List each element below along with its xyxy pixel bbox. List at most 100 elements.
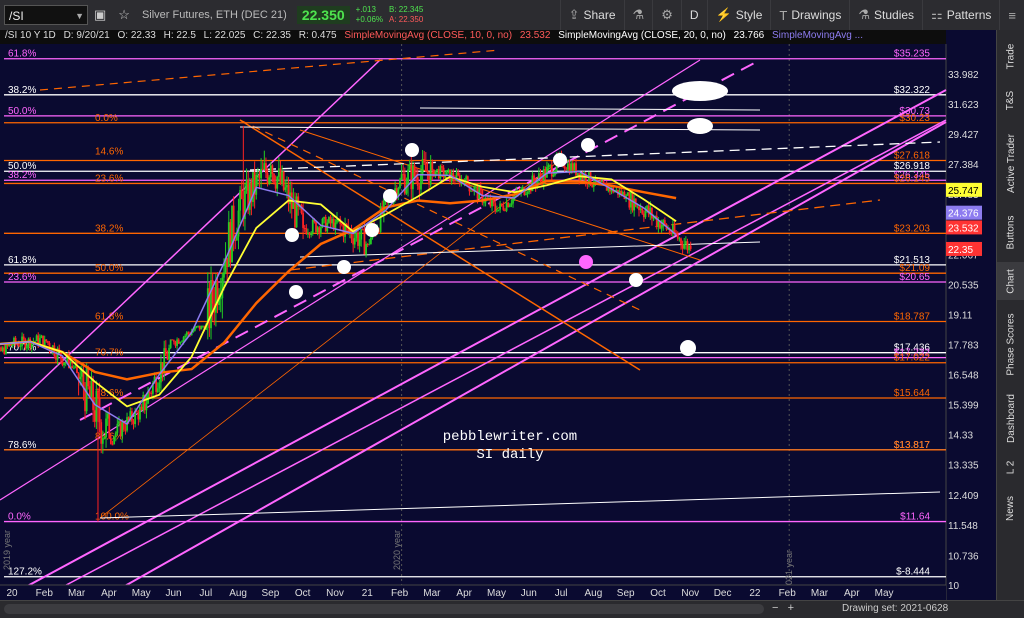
level-label: $18.787 bbox=[894, 312, 931, 323]
candle-body bbox=[320, 227, 322, 233]
sidebar-tab-active-trader[interactable]: Active Trader bbox=[997, 124, 1024, 202]
candle-body bbox=[565, 169, 567, 170]
style-button[interactable]: ⚡ Style bbox=[707, 0, 771, 30]
star-icon[interactable]: ☆ bbox=[112, 7, 136, 23]
candle-body bbox=[465, 176, 467, 181]
candle-body bbox=[146, 404, 148, 411]
sma-extra-label[interactable]: SimpleMovingAvg ... bbox=[772, 30, 863, 41]
candle-body bbox=[685, 241, 687, 244]
candle-body bbox=[352, 238, 354, 244]
candle-body bbox=[431, 162, 433, 170]
candle-body bbox=[233, 206, 235, 240]
candle-body bbox=[196, 326, 198, 327]
chart-canvas[interactable]: $35.235$32.322$30.73$30.23$27.618$26.918… bbox=[0, 30, 996, 600]
candle-body bbox=[202, 326, 204, 327]
drawings-button[interactable]: T Drawings bbox=[770, 0, 849, 30]
sidebar-tab-news[interactable]: News bbox=[997, 486, 1024, 530]
candle-body bbox=[312, 220, 314, 233]
candle-body bbox=[133, 421, 135, 424]
link-icon[interactable]: ▣ bbox=[88, 7, 112, 23]
candle-body bbox=[257, 175, 259, 176]
candle-body bbox=[425, 163, 427, 172]
sidebar-tab-t-s[interactable]: T&S bbox=[997, 80, 1024, 120]
channel-lower-line bbox=[100, 122, 946, 600]
candle-body bbox=[141, 407, 143, 410]
sidebar-tab-dashboard[interactable]: Dashboard bbox=[997, 388, 1024, 448]
price-tick-label: 19.11 bbox=[948, 310, 973, 321]
year-label: 2021 year bbox=[784, 550, 794, 590]
studies-icon: ⚗ bbox=[858, 7, 870, 23]
candle-body bbox=[226, 258, 228, 267]
candle-body bbox=[97, 391, 99, 398]
zoom-in-button[interactable]: + bbox=[788, 602, 794, 614]
candle-body bbox=[354, 238, 356, 245]
candle-body bbox=[105, 419, 107, 438]
menu-icon: ≡ bbox=[1008, 8, 1016, 23]
share-button[interactable]: ⇪ Share bbox=[560, 0, 624, 30]
info-open: O: 22.33 bbox=[118, 30, 156, 41]
candle-body bbox=[137, 412, 139, 419]
price-chart[interactable]: $35.235$32.322$30.73$30.23$27.618$26.918… bbox=[0, 30, 946, 600]
candle-body bbox=[183, 337, 185, 341]
candle-body bbox=[2, 348, 4, 352]
candle-body bbox=[125, 430, 127, 431]
candle-body bbox=[399, 179, 401, 187]
patterns-button[interactable]: ⚏ Patterns bbox=[922, 0, 999, 30]
fib-label: 0.0% bbox=[8, 512, 31, 523]
studies-button[interactable]: ⚗ Studies bbox=[849, 0, 922, 30]
candle-body bbox=[591, 185, 593, 187]
flask-button[interactable]: ⚗ bbox=[624, 0, 653, 30]
candle-body bbox=[41, 336, 43, 338]
candle-body bbox=[355, 234, 357, 238]
candle-body bbox=[281, 172, 283, 183]
candle-body bbox=[688, 246, 690, 251]
candle-body bbox=[439, 166, 441, 178]
candle-body bbox=[113, 437, 115, 444]
sma10-value: 23.532 bbox=[520, 30, 551, 41]
fib-label: 50.0% bbox=[95, 263, 123, 274]
candle-body bbox=[483, 202, 485, 203]
candle-body bbox=[370, 238, 372, 245]
zoom-out-button[interactable]: − bbox=[772, 602, 778, 614]
level-label: $32.322 bbox=[894, 85, 931, 96]
sidebar-tab-label: Active Trader bbox=[1006, 134, 1017, 193]
drawing-set-label[interactable]: Drawing set: 2021-0628 bbox=[842, 603, 948, 614]
year-label: 2020 year bbox=[392, 530, 402, 570]
symbol-selector[interactable]: /SI ▼ bbox=[4, 5, 88, 25]
time-tick-label: Apr bbox=[101, 588, 117, 599]
study-info-bar: /SI 10 Y 1D D: 9/20/21 O: 22.33 H: 22.5 … bbox=[0, 30, 946, 44]
candle-body bbox=[661, 225, 663, 229]
candle-body bbox=[407, 169, 409, 185]
trend-line bbox=[240, 127, 760, 130]
candle-body bbox=[283, 172, 285, 190]
fib-label: 50.0% bbox=[8, 106, 36, 117]
studies-label: Studies bbox=[874, 8, 914, 22]
time-tick-label: Oct bbox=[650, 588, 666, 599]
more-button[interactable]: ≡ bbox=[999, 0, 1024, 30]
percent-change: +0.06% bbox=[356, 15, 383, 25]
time-scrollbar[interactable] bbox=[4, 604, 764, 614]
aggregation-button[interactable]: D bbox=[681, 0, 707, 30]
candle-body bbox=[323, 217, 325, 219]
drawings-icon: T bbox=[779, 8, 787, 23]
settings-button[interactable]: ⚙ bbox=[652, 0, 681, 30]
sidebar-tab-l-2[interactable]: L 2 bbox=[997, 452, 1024, 482]
sidebar-tab-phase-scores[interactable]: Phase Scores bbox=[997, 304, 1024, 384]
candle-body bbox=[116, 424, 118, 433]
candle-body bbox=[246, 180, 248, 190]
candle-body bbox=[63, 363, 65, 365]
candle-body bbox=[364, 229, 366, 254]
sma20-value: 23.766 bbox=[734, 30, 765, 41]
sma20-label[interactable]: SimpleMovingAvg (CLOSE, 20, 0, no) bbox=[558, 30, 726, 41]
bid-price: B: 22.345 bbox=[389, 5, 423, 15]
time-tick-label: May bbox=[487, 588, 506, 599]
sma10-label[interactable]: SimpleMovingAvg (CLOSE, 10, 0, no) bbox=[344, 30, 512, 41]
candle-body bbox=[171, 339, 173, 340]
sidebar-tab-chart[interactable]: Chart bbox=[997, 262, 1024, 300]
target-dot bbox=[680, 340, 696, 356]
candle-body bbox=[674, 225, 676, 233]
candle-body bbox=[71, 366, 73, 368]
time-tick-label: Sep bbox=[617, 588, 635, 599]
sidebar-tab-trade[interactable]: Trade bbox=[997, 36, 1024, 76]
sidebar-tab-buttons[interactable]: Buttons bbox=[997, 206, 1024, 258]
